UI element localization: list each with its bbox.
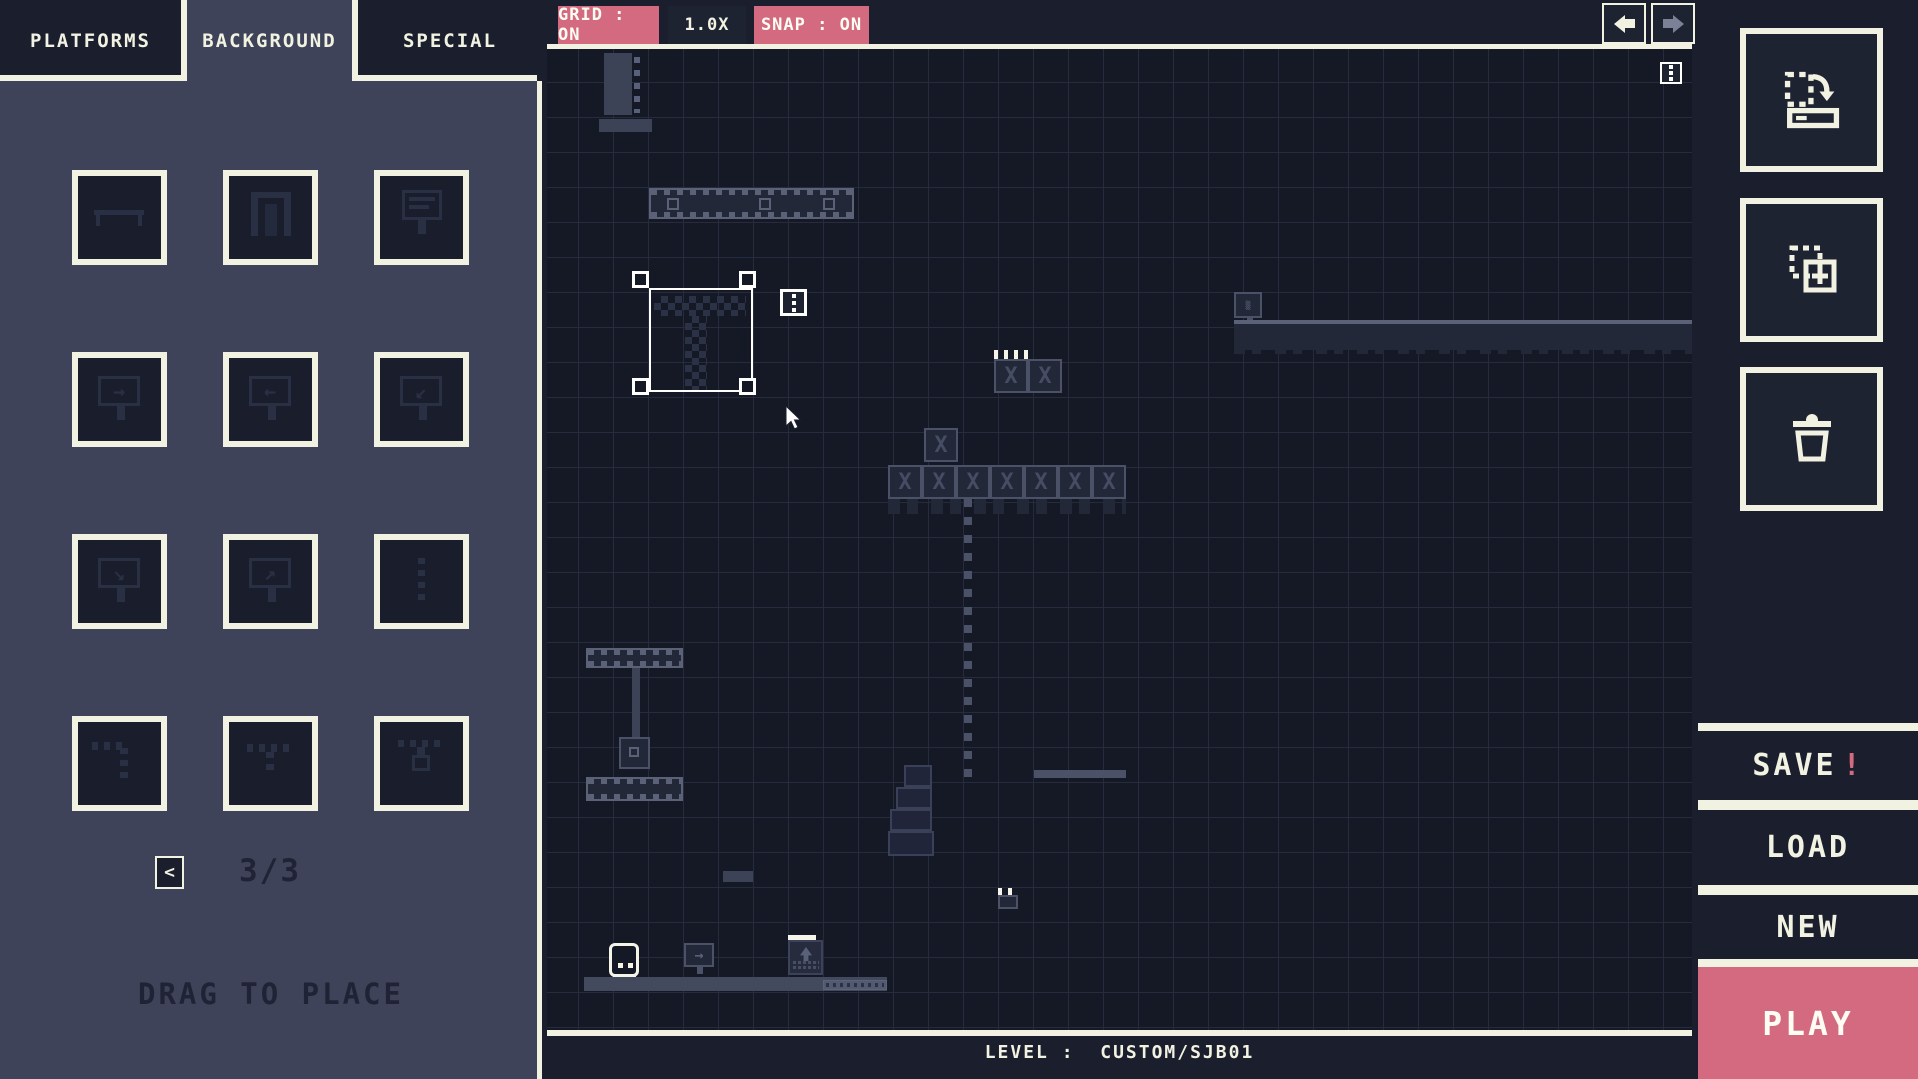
level-canvas[interactable]: X X X XXXX XXX ▒ → (547, 44, 1692, 1036)
tab-background[interactable]: BACKGROUND (181, 0, 358, 81)
sign-arrow-left-icon: ← (229, 358, 312, 441)
beam-platform-icon (78, 176, 161, 259)
canvas-chimney-base[interactable] (599, 119, 652, 132)
selection-handle-se[interactable] (739, 378, 756, 395)
zoom-level-button[interactable]: 1.0X (668, 6, 746, 44)
billboard-sign-icon (380, 176, 463, 259)
tab-special[interactable]: SPECIAL (358, 0, 542, 81)
canvas-sign-arrow-right[interactable]: → (684, 943, 714, 974)
palette-tile-pipe-tee[interactable] (223, 716, 318, 811)
palette-tile-vertical-chain[interactable] (374, 534, 469, 629)
redo-arrow-icon (1662, 14, 1684, 33)
canvas-x-crate[interactable]: X (1028, 359, 1062, 393)
canvas-thin-platform[interactable] (1034, 770, 1126, 778)
undo-arrow-icon (1613, 14, 1635, 33)
canvas-machine-box[interactable] (619, 737, 650, 769)
palette-tile-sign-arrow-right[interactable]: → (72, 352, 167, 447)
hanging-grabber-icon (380, 722, 463, 805)
selection-options-kebab-icon[interactable] (780, 289, 807, 316)
palette-page-indicator: 3/3 (239, 853, 301, 889)
grid-toggle-button[interactable]: GRID : ON (558, 5, 659, 45)
palette-prev-page-button[interactable]: < (155, 856, 184, 889)
panel-separator (1698, 959, 1918, 967)
snap-toggle-button[interactable]: SNAP : ON (754, 6, 869, 44)
duplicate-icon (1789, 245, 1836, 293)
level-name-label: LEVEL : CUSTOM/SJB01 (984, 1042, 1255, 1063)
tab-platforms[interactable]: PLATFORMS (0, 0, 181, 81)
canvas-menu-kebab-icon[interactable] (1660, 62, 1682, 84)
status-bar: LEVEL : CUSTOM/SJB01 (547, 1036, 1692, 1079)
unsaved-changes-badge: ! (1842, 748, 1864, 783)
palette-sidebar: PLATFORMS BACKGROUND SPECIAL → ← ↙ ↘ ↗ <… (0, 0, 542, 1079)
mouse-cursor (785, 405, 802, 430)
canvas-mini-slab[interactable] (723, 871, 753, 882)
canvas-billboard-sign[interactable]: ▒ (1234, 292, 1262, 325)
palette-tile-hanging-grabber[interactable] (374, 716, 469, 811)
canvas-x-crate-row[interactable]: XXXX XXX (888, 465, 1126, 499)
undo-button[interactable] (1602, 3, 1646, 44)
palette-tile-sign-arrow-down-left[interactable]: ↙ (374, 352, 469, 447)
canvas-machine-pole[interactable] (632, 668, 640, 737)
sign-arrow-right-icon: → (78, 358, 161, 441)
palette-tile-sign-arrow-down-right[interactable]: ↘ (72, 534, 167, 629)
trash-icon (1792, 414, 1831, 462)
canvas-terrain-strip[interactable] (1234, 320, 1692, 354)
selection-handle-nw[interactable] (632, 271, 649, 288)
canvas-toolbar: GRID : ON 1.0X SNAP : ON (547, 0, 1695, 45)
tab-bar: PLATFORMS BACKGROUND SPECIAL (0, 0, 542, 81)
sign-arrow-down-right-icon: ↘ (78, 540, 161, 623)
canvas-machine-top-beam[interactable] (586, 648, 683, 668)
selection-rectangle[interactable] (649, 288, 753, 392)
play-button[interactable]: PLAY (1698, 967, 1918, 1079)
doorway-icon (229, 176, 312, 259)
delete-object-button[interactable] (1740, 367, 1883, 511)
canvas-poster-crate[interactable] (788, 940, 823, 975)
editor-center: GRID : ON 1.0X SNAP : ON X X X X X X X X… (547, 0, 1695, 1079)
new-button[interactable]: NEW (1698, 895, 1918, 959)
canvas-ground-dash-panel[interactable] (823, 980, 887, 990)
redo-button[interactable] (1651, 3, 1695, 44)
canvas-x-crate[interactable]: X (994, 359, 1028, 393)
pipe-tee-icon (229, 722, 312, 805)
panel-separator (1698, 723, 1918, 731)
rotate-drop-icon (1784, 71, 1839, 129)
canvas-step-block[interactable] (890, 809, 932, 831)
load-button[interactable]: LOAD (1698, 810, 1918, 885)
canvas-vertical-chain[interactable] (964, 499, 972, 783)
canvas-small-crate[interactable] (998, 895, 1018, 909)
drag-to-place-hint: DRAG TO PLACE (138, 977, 404, 1011)
canvas-pin-studs[interactable] (998, 888, 1016, 895)
canvas-beam-platform[interactable] (649, 188, 854, 219)
sign-arrow-up-right-icon: ↗ (229, 540, 312, 623)
pipe-corner-icon (78, 722, 161, 805)
canvas-machine-bottom-beam[interactable] (586, 777, 683, 801)
palette-tile-billboard-sign[interactable] (374, 170, 469, 265)
player-spawn-character[interactable] (609, 943, 639, 982)
palette-tile-pipe-corner[interactable] (72, 716, 167, 811)
canvas-step-block[interactable] (896, 787, 932, 809)
canvas-pin-studs[interactable] (994, 350, 1032, 359)
canvas-step-block[interactable] (904, 765, 932, 787)
palette-tile-doorway[interactable] (223, 170, 318, 265)
canvas-step-block[interactable] (888, 831, 934, 856)
canvas-chimney-rivets (634, 57, 640, 113)
actions-sidebar: SAVE ! LOAD NEW PLAY (1698, 0, 1918, 1079)
vertical-chain-icon (380, 540, 463, 623)
duplicate-object-button[interactable] (1740, 198, 1883, 342)
save-button[interactable]: SAVE ! (1698, 731, 1918, 800)
sign-arrow-down-left-icon: ↙ (380, 358, 463, 441)
panel-separator (1698, 885, 1918, 895)
save-label: SAVE (1752, 748, 1837, 783)
canvas-chimney[interactable] (604, 53, 632, 115)
selection-handle-sw[interactable] (632, 378, 649, 395)
selection-handle-ne[interactable] (739, 271, 756, 288)
panel-separator (1698, 800, 1918, 810)
canvas-crate-row-dirt (888, 499, 1126, 514)
canvas-x-crate[interactable]: X (924, 428, 958, 462)
rotate-object-button[interactable] (1740, 28, 1883, 172)
palette-tile-beam-platform[interactable] (72, 170, 167, 265)
palette-tile-sign-arrow-left[interactable]: ← (223, 352, 318, 447)
palette-tile-sign-arrow-up-right[interactable]: ↗ (223, 534, 318, 629)
